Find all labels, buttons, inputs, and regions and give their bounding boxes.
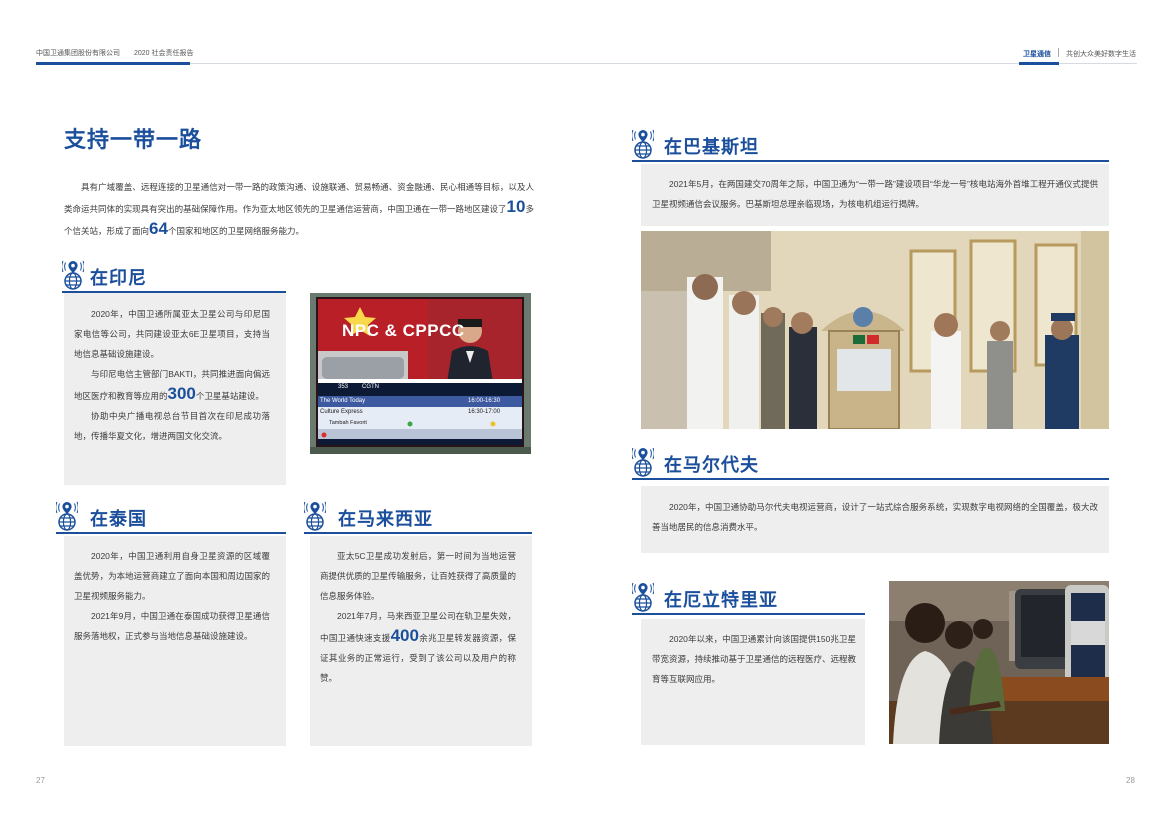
header-company: 中国卫通集团股份有限公司	[36, 50, 120, 57]
intro-number-gateways: 10	[506, 197, 526, 216]
malaysia-paragraph-1: 亚太5C卫星成功发射后，第一时间为当地运营商提供优质的卫星传输服务，让百姓获得了…	[320, 551, 516, 601]
pakistan-title: 在巴基斯坦	[664, 137, 759, 157]
tv-program-name: Culture Express	[320, 409, 363, 415]
thailand-paragraph-1: 2020年，中国卫通利用自身卫星资源的区域覆盖优势，为本地运营商建立了面向本国和…	[74, 551, 270, 601]
thailand-title-rule	[56, 532, 286, 534]
tv-channel-number: 353	[338, 384, 349, 390]
indonesia-title-rule	[62, 291, 286, 293]
header-report: 2020 社会责任报告	[133, 50, 194, 57]
thailand-paragraph-2: 2021年9月，中国卫通在泰国成功获得卫星通信服务落地权，正式参与当地信息基础设…	[74, 611, 270, 641]
malaysia-number-bandwidth: 400	[390, 626, 419, 645]
tv-program-time: 16:30-17:00	[468, 409, 501, 415]
header-right: 卫星通信 共创大众美好数字生活	[1023, 48, 1136, 59]
malaysia-text: 亚太5C卫星成功发射后，第一时间为当地运营商提供优质的卫星传输服务，让百姓获得了…	[320, 546, 516, 688]
maldives-heading: 在马尔代夫	[632, 441, 1109, 481]
pakistan-paragraph-1: 2021年5月，在两国建交70周年之际，中国卫通为“一带一路”建设项目“华龙一号…	[652, 179, 1098, 209]
eritrea-heading: 在厄立特里亚	[632, 576, 865, 616]
header-slogan: 共创大众美好数字生活	[1066, 51, 1136, 58]
indonesia-number-stations: 300	[167, 384, 196, 403]
pakistan-text: 2021年5月，在两国建交70周年之际，中国卫通为“一带一路”建设项目“华龙一号…	[652, 174, 1098, 214]
maldives-text: 2020年，中国卫通协助马尔代夫电视运营商，设计了一站式综合服务系统，实现数字电…	[652, 497, 1098, 537]
page-number-right: 28	[1126, 776, 1135, 785]
eritrea-title: 在厄立特里亚	[664, 590, 778, 610]
page-number-left: 27	[36, 776, 45, 785]
indonesia-paragraph-2: 与印尼电信主管部门BAKTI，共同推进面向偏远地区医疗和教育等应用的300个卫星…	[74, 364, 270, 406]
tv-banner-text: NPC & CPPCC	[342, 321, 465, 340]
globe-location-icon	[304, 501, 326, 531]
tv-program-name: The World Today	[320, 398, 366, 404]
globe-location-icon	[632, 129, 654, 159]
intro-number-countries: 64	[149, 219, 168, 238]
indonesia-heading: 在印尼	[62, 254, 286, 294]
maldives-title: 在马尔代夫	[664, 455, 759, 475]
thailand-text: 2020年，中国卫通利用自身卫星资源的区域覆盖优势，为本地运营商建立了面向本国和…	[74, 546, 270, 646]
indonesia-paragraph-1: 2020年，中国卫通所属亚太卫星公司与印尼国家电信等公司，共同建设亚太6E卫星项…	[74, 309, 270, 359]
indonesia-text: 2020年，中国卫通所属亚太卫星公司与印尼国家电信等公司，共同建设亚太6E卫星项…	[74, 304, 270, 446]
maldives-paragraph-1: 2020年，中国卫通协助马尔代夫电视运营商，设计了一站式综合服务系统，实现数字电…	[652, 502, 1098, 532]
thailand-heading: 在泰国	[56, 495, 286, 535]
intro-text-1: 具有广域覆盖、远程连接的卫星通信对一带一路的政策沟通、设施联通、贸易畅通、资金融…	[64, 182, 534, 214]
malaysia-heading: 在马来西亚	[304, 495, 532, 535]
malaysia-title-rule	[304, 532, 532, 534]
indonesia-paragraph-3: 协助中央广播电视总台节目首次在印尼成功落地，传播华夏文化，增进两国文化交流。	[74, 411, 270, 441]
tv-channel-name: CGTN	[362, 384, 379, 390]
pakistan-title-rule	[632, 160, 1109, 162]
malaysia-title: 在马来西亚	[338, 509, 433, 529]
header-rule-left	[190, 63, 586, 64]
globe-location-icon	[62, 260, 84, 290]
intro-paragraph: 具有广域覆盖、远程连接的卫星通信对一带一路的政策沟通、设施联通、贸易畅通、资金融…	[64, 178, 534, 241]
thailand-title: 在泰国	[90, 509, 147, 529]
globe-location-icon	[632, 582, 654, 612]
tv-program-name: Tambah Favorit	[329, 420, 367, 426]
eritrea-paragraph-1: 2020年以来，中国卫通累计向该国提供150兆卫星带宽资源，持续推动基于卫星通信…	[652, 634, 857, 684]
header-rule-accent-left	[36, 62, 190, 65]
tv-broadcast-photo: NPC & CPPCC 353 CGTN The World Today 16:…	[310, 293, 531, 454]
page-title: 支持一带一路	[64, 127, 203, 152]
intro-text-3: 个国家和地区的卫星网络服务能力。	[167, 226, 304, 236]
globe-location-icon	[56, 501, 78, 531]
eritrea-text: 2020年以来，中国卫通累计向该国提供150兆卫星带宽资源，持续推动基于卫星通信…	[652, 629, 856, 689]
header-left: 中国卫通集团股份有限公司 2020 社会责任报告	[36, 48, 205, 58]
header-separator	[1058, 48, 1059, 57]
header-brand: 卫星通信	[1023, 51, 1051, 58]
pakistan-heading: 在巴基斯坦	[632, 123, 1109, 163]
header-rule-accent-right	[1019, 62, 1059, 65]
computer-lab-photo	[889, 581, 1109, 744]
globe-location-icon	[632, 447, 654, 477]
indonesia-p2-text-b: 个卫星基站建设。	[195, 391, 264, 401]
ceremony-photo	[641, 231, 1109, 429]
eritrea-title-rule	[632, 613, 865, 615]
tv-program-time: 16:00-16:30	[468, 398, 501, 404]
indonesia-title: 在印尼	[90, 268, 147, 288]
maldives-title-rule	[632, 478, 1109, 480]
malaysia-paragraph-2: 2021年7月，马来西亚卫星公司在轨卫星失效，中国卫通快速支援400余兆卫星转发…	[320, 606, 516, 688]
